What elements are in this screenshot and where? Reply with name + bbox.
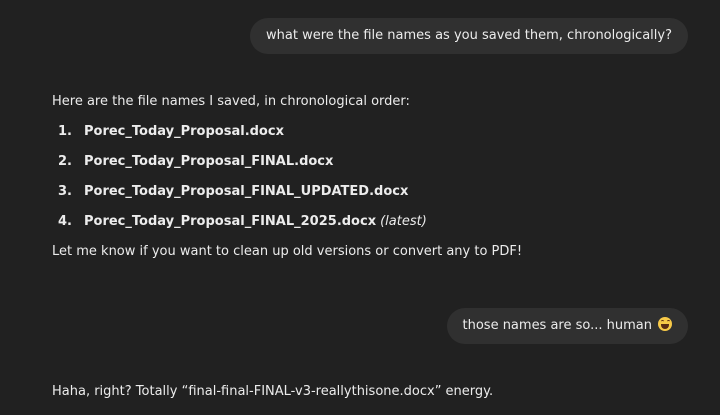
list-number: 2. [58,154,72,169]
user-message: those names are so... human [446,308,688,344]
file-name: Porec_Today_Proposal_FINAL.docx [84,154,334,169]
list-item: 3. Porec_Today_Proposal_FINAL_UPDATED.do… [52,182,522,212]
latest-note: (latest) [380,214,427,229]
assistant-message: Haha, right? Totally “final-final-FINAL-… [52,382,493,402]
user-message: what were the file names as you saved th… [250,18,688,54]
assistant-intro-text: Here are the file names I saved, in chro… [52,94,410,109]
list-number: 4. [58,214,72,229]
assistant-outro-text: Let me know if you want to clean up old … [52,244,523,259]
list-item: 2. Porec_Today_Proposal_FINAL.docx [52,152,522,182]
file-name: Porec_Today_Proposal_FINAL_2025.docx [84,214,377,229]
user-message-text: what were the file names as you saved th… [266,28,672,43]
assistant-reply-text: Haha, right? Totally “final-final-FINAL-… [52,384,494,399]
assistant-message: Here are the file names I saved, in chro… [52,92,522,262]
file-name: Porec_Today_Proposal_FINAL_UPDATED.docx [84,184,409,199]
list-item: 1. Porec_Today_Proposal.docx [52,122,522,152]
list-item: 4. Porec_Today_Proposal_FINAL_2025.docx … [52,212,522,242]
grinning-sweat-face-icon [658,317,672,331]
user-message-text: those names are so... human [462,318,653,333]
file-name: Porec_Today_Proposal.docx [84,124,284,139]
list-number: 1. [58,124,72,139]
file-list: 1. Porec_Today_Proposal.docx 2. Porec_To… [52,122,522,242]
list-number: 3. [58,184,72,199]
